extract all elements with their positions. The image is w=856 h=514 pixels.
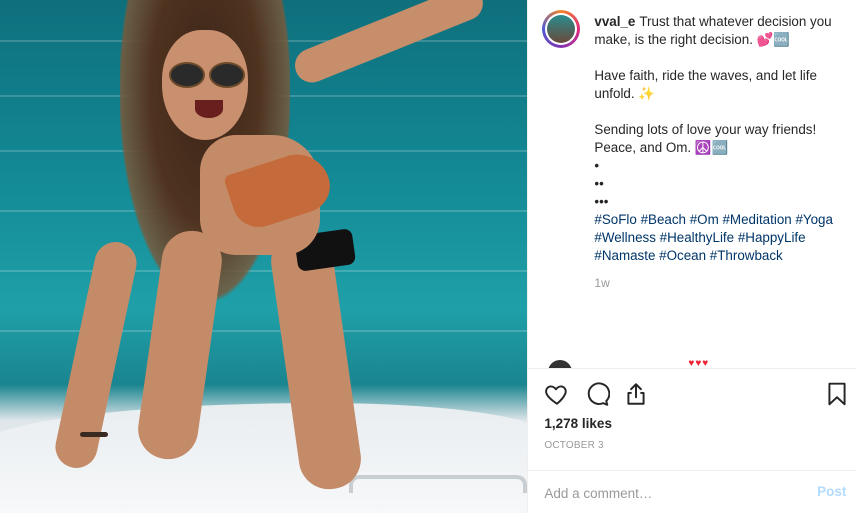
caption-area: vval_e Trust that whatever decision you m… <box>528 0 856 368</box>
hashtag-link[interactable]: #Wellness <box>594 230 656 245</box>
post-comment-button[interactable]: Post <box>817 484 846 499</box>
next-comment-peek: ♥♥♥ <box>548 360 748 368</box>
post-sidebar: vval_e Trust that whatever decision you m… <box>527 0 856 513</box>
hashtag-link[interactable]: #Namaste <box>594 248 655 263</box>
caption-para-3a: Sending lots of love your way friends! <box>594 122 817 137</box>
dots-3: ••• <box>594 194 609 209</box>
action-bar <box>528 368 856 417</box>
caption-para-2: Have faith, ride the waves, and let life… <box>594 68 817 101</box>
caption-para-3b: Peace, and Om. ☮️🆒 <box>594 140 729 155</box>
hashtag-link[interactable]: #HealthyLife <box>660 230 734 245</box>
hashtag-link[interactable]: #Beach <box>641 212 686 227</box>
hashtag-link[interactable]: #HappyLife <box>738 230 806 245</box>
hashtag-link[interactable]: #Meditation <box>722 212 791 227</box>
post-time-ago[interactable]: 1w <box>594 274 842 292</box>
post-photo[interactable] <box>0 0 528 513</box>
hashtag-link[interactable]: #Yoga <box>795 212 833 227</box>
post-date: OCTOBER 3 <box>544 440 604 451</box>
comment-bar: Post <box>528 470 856 514</box>
caption: vval_e Trust that whatever decision you m… <box>594 13 842 292</box>
hashtag-link[interactable]: #Throwback <box>710 248 783 263</box>
likes-count[interactable]: 1,278 likes <box>544 416 612 431</box>
boat-rail <box>349 475 528 493</box>
sunglasses <box>165 62 245 88</box>
comment-icon[interactable] <box>584 381 611 407</box>
hashtag-link[interactable]: #SoFlo <box>594 212 636 227</box>
instagram-post: vval_e Trust that whatever decision you m… <box>0 0 856 513</box>
hashtags: #SoFlo #Beach #Om #Meditation #Yoga #Wel… <box>594 211 842 265</box>
raised-arm <box>289 0 489 88</box>
dots-1: • <box>594 158 600 173</box>
username-link[interactable]: vval_e <box>594 14 635 29</box>
dots-2: •• <box>594 176 604 191</box>
comment-input[interactable] <box>544 483 785 503</box>
share-icon[interactable] <box>623 381 649 407</box>
bookmark-icon[interactable] <box>824 381 850 407</box>
commenter-avatar <box>548 360 573 368</box>
heart-icon[interactable] <box>544 381 570 407</box>
hashtag-link[interactable]: #Om <box>690 212 719 227</box>
avatar[interactable] <box>542 10 581 48</box>
hearts-emoji: ♥♥♥ <box>688 360 710 368</box>
hashtag-link[interactable]: #Ocean <box>659 248 706 263</box>
